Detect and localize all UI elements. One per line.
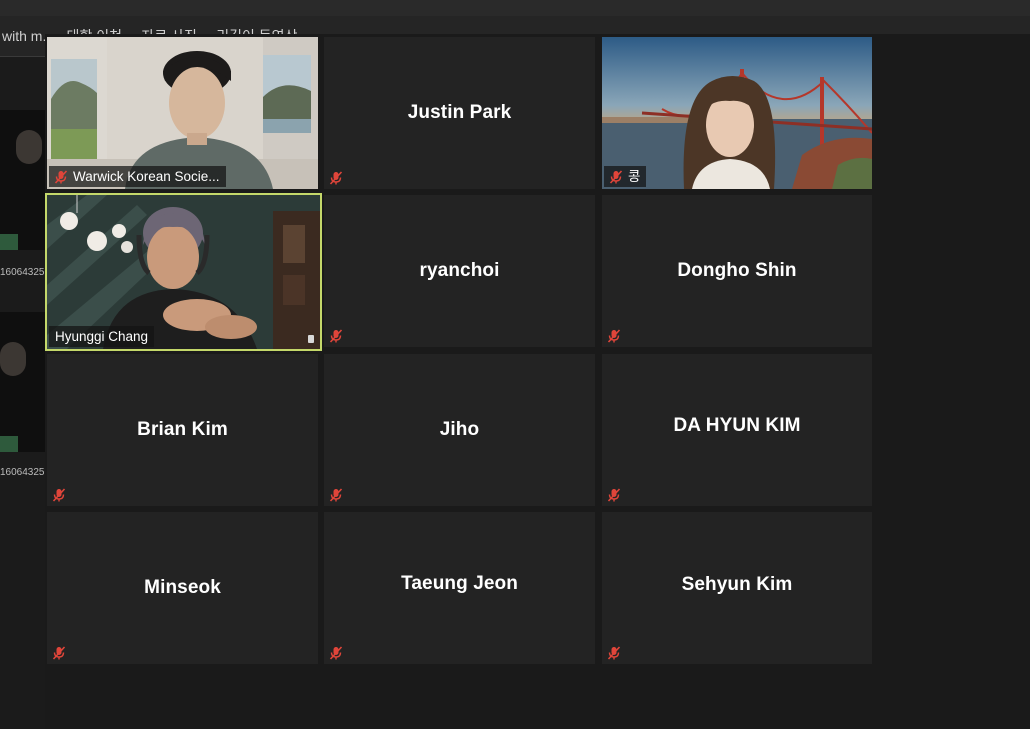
- participant-name: Taeung Jeon: [401, 573, 518, 594]
- participant-name: Minseok: [144, 577, 221, 598]
- pin-icon: [308, 335, 314, 343]
- participant-name: Brian Kim: [137, 419, 228, 440]
- mic-muted-icon: [52, 646, 66, 660]
- participant-tile[interactable]: Brian Kim: [47, 354, 318, 506]
- mic-muted-icon: [54, 169, 68, 184]
- participant-tile-video[interactable]: Warwick Korean Socie...: [47, 37, 318, 189]
- participant-name: Warwick Korean Socie...: [73, 169, 220, 184]
- mic-muted-icon: [609, 169, 623, 184]
- participant-tile[interactable]: ryanchoi: [324, 195, 595, 347]
- participant-tile[interactable]: DA HYUN KIM: [602, 354, 872, 506]
- gallery-view: Warwick Korean Socie... Justin Park 콩 Hy…: [45, 34, 1030, 729]
- participant-tile-video-active-speaker[interactable]: Hyunggi Chang: [45, 193, 322, 351]
- participant-name-label: 콩: [604, 166, 647, 187]
- background-top-bar: [0, 0, 1030, 16]
- mic-muted-icon: [329, 646, 343, 660]
- mic-muted-icon: [329, 171, 343, 185]
- participant-tile[interactable]: Jiho: [324, 354, 595, 506]
- background-thumbnail: [0, 312, 46, 452]
- participant-name: DA HYUN KIM: [673, 415, 801, 436]
- participant-tile-video[interactable]: 콩: [602, 37, 872, 189]
- mic-muted-icon: [607, 646, 621, 660]
- mic-muted-icon: [329, 329, 343, 343]
- background-id-text: 16064325: [0, 267, 45, 278]
- participant-tile[interactable]: Sehyun Kim: [602, 512, 872, 664]
- participant-name: Dongho Shin: [677, 260, 797, 281]
- participant-tile[interactable]: Minseok: [47, 512, 318, 664]
- participant-name-label: Hyunggi Chang: [49, 326, 155, 347]
- participant-name: Justin Park: [407, 102, 512, 123]
- mic-muted-icon: [607, 329, 621, 343]
- background-sidebar: 16064325 16064325: [0, 57, 46, 729]
- participant-name: Hyunggi Chang: [55, 329, 149, 344]
- background-thumbnail: [0, 110, 46, 250]
- mic-muted-icon: [607, 488, 621, 502]
- participant-tile[interactable]: Justin Park: [324, 37, 595, 189]
- thumbnail-bar: [0, 436, 18, 452]
- participant-name-label: Warwick Korean Socie...: [49, 166, 226, 187]
- thumbnail-bar: [0, 234, 18, 250]
- background-id-text: 16064325: [0, 467, 45, 478]
- participant-name: Jiho: [439, 419, 480, 440]
- person-thumbnail: [0, 342, 26, 376]
- mic-muted-icon: [52, 488, 66, 502]
- participant-name: ryanchoi: [419, 260, 500, 281]
- participant-name: Sehyun Kim: [681, 574, 793, 595]
- participant-tile[interactable]: Taeung Jeon: [324, 512, 595, 664]
- mic-muted-icon: [329, 488, 343, 502]
- person-thumbnail: [16, 130, 42, 164]
- participant-tile[interactable]: Dongho Shin: [602, 195, 872, 347]
- participant-name: 콩: [628, 169, 641, 184]
